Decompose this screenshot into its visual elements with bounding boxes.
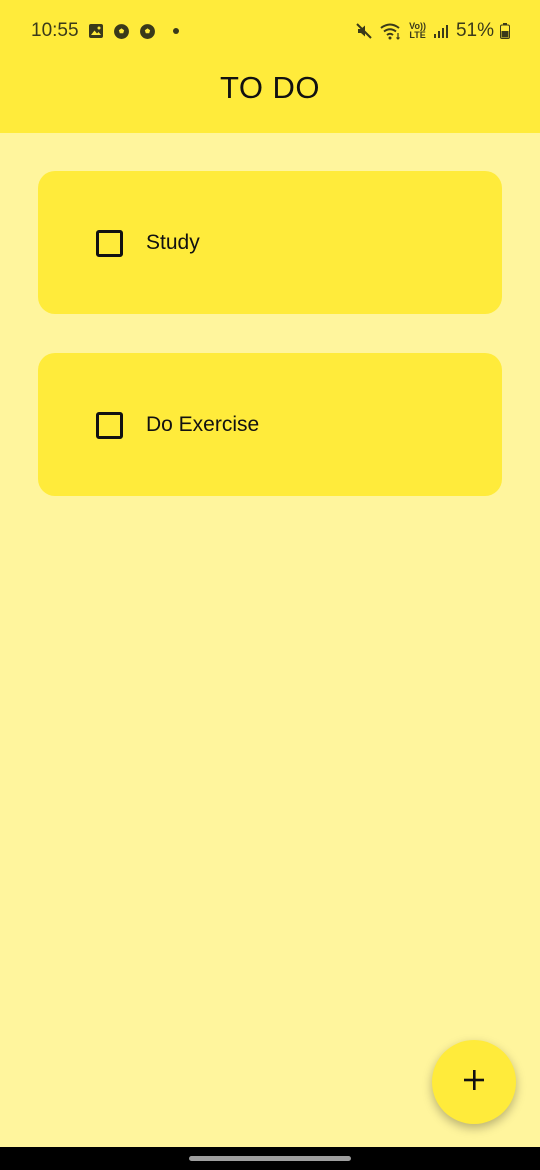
gallery-icon bbox=[87, 22, 105, 40]
volte-icon: Vo)) LTE bbox=[409, 22, 426, 40]
task-label: Study bbox=[146, 231, 200, 254]
battery-percent: 51% bbox=[455, 20, 494, 41]
battery-icon bbox=[500, 22, 510, 40]
task-card[interactable]: Do Exercise bbox=[38, 353, 502, 496]
task-checkbox[interactable] bbox=[96, 412, 123, 439]
task-card[interactable]: Study bbox=[38, 171, 502, 314]
soccer-ball-icon bbox=[113, 22, 131, 40]
mute-icon bbox=[355, 22, 373, 40]
signal-icon bbox=[432, 22, 450, 40]
dot-icon bbox=[172, 28, 179, 34]
plus-icon bbox=[462, 1068, 486, 1097]
volte-bottom: LTE bbox=[409, 30, 426, 40]
task-label: Do Exercise bbox=[146, 413, 260, 436]
task-checkbox[interactable] bbox=[96, 230, 123, 257]
status-time: 10:55 bbox=[31, 20, 79, 41]
page-title: TO DO bbox=[219, 70, 321, 105]
home-gesture-handle[interactable] bbox=[189, 1156, 351, 1161]
soccer-ball-icon bbox=[139, 22, 157, 40]
add-task-button[interactable] bbox=[432, 1040, 516, 1124]
status-right: Vo)) LTE 51% bbox=[355, 20, 510, 42]
system-navigation-bar bbox=[0, 1147, 540, 1170]
status-left: 10:55 bbox=[31, 20, 179, 42]
status-bar: 10:55 Vo)) LTE 51% bbox=[0, 0, 540, 64]
app-bar: 10:55 Vo)) LTE 51% TO DO bbox=[0, 0, 540, 133]
wifi-icon bbox=[379, 22, 403, 40]
